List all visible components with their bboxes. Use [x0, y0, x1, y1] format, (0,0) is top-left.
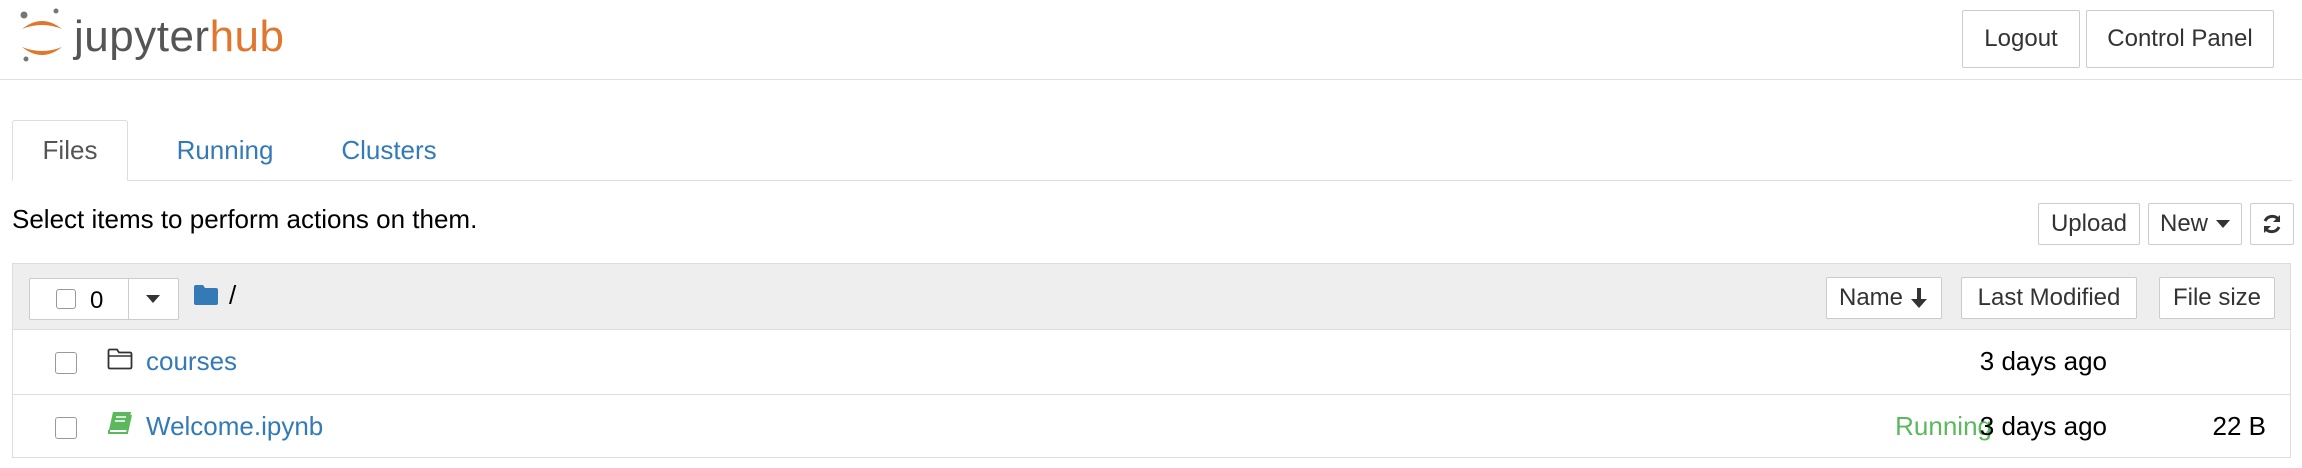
tab-bar: Files Running Clusters — [12, 120, 2292, 181]
folder-icon — [107, 348, 133, 370]
row-checkbox[interactable] — [55, 352, 77, 374]
chevron-down-icon[interactable] — [146, 295, 160, 303]
list-item[interactable]: Welcome.ipynb Running 3 days ago 22 B — [13, 394, 2290, 458]
folder-icon[interactable] — [193, 284, 219, 306]
upload-button[interactable]: Upload — [2038, 203, 2140, 245]
arrow-down-icon — [1911, 288, 1928, 308]
file-list-header: 0 / Name Last Modified File size — [13, 264, 2290, 330]
sort-name-button[interactable]: Name — [1826, 277, 1942, 319]
list-item[interactable]: courses 3 days ago — [13, 330, 2290, 394]
row-checkbox[interactable] — [55, 417, 77, 439]
app-header: jupyterhub Logout Control Panel — [0, 0, 2302, 80]
item-link[interactable]: courses — [146, 346, 237, 377]
tab-running[interactable]: Running — [150, 120, 300, 180]
divider — [128, 279, 129, 319]
selected-count: 0 — [90, 287, 104, 314]
jupyter-logo-icon — [20, 8, 62, 62]
file-list: 0 / Name Last Modified File size courses… — [12, 263, 2291, 458]
notebook-icon — [108, 412, 132, 434]
sort-file-size-button[interactable]: File size — [2159, 277, 2275, 319]
control-panel-button[interactable]: Control Panel — [2086, 10, 2274, 68]
sort-name-label: Name — [1838, 284, 1904, 311]
logout-button[interactable]: Logout — [1962, 10, 2080, 68]
select-all-checkbox[interactable] — [56, 289, 76, 309]
refresh-icon — [2263, 214, 2281, 234]
select-all-group[interactable]: 0 — [29, 278, 179, 320]
item-file-size: 22 B — [2212, 411, 2267, 441]
running-indicator: Running — [1895, 411, 1992, 441]
refresh-button[interactable] — [2250, 203, 2294, 245]
item-last-modified: 3 days ago — [1979, 411, 2107, 441]
new-dropdown-button[interactable]: New — [2148, 203, 2242, 245]
new-button-label: New — [2159, 210, 2208, 237]
chevron-down-icon — [2216, 220, 2230, 228]
tab-files[interactable]: Files — [12, 120, 128, 181]
jupyterhub-logo[interactable]: jupyterhub — [18, 6, 285, 68]
selection-hint: Select items to perform actions on them. — [12, 204, 478, 234]
logo-wordmark: jupyterhub — [74, 12, 285, 61]
tab-clusters[interactable]: Clusters — [312, 120, 466, 180]
sort-last-modified-button[interactable]: Last Modified — [1961, 277, 2137, 319]
item-last-modified: 3 days ago — [1979, 346, 2107, 376]
breadcrumb-path[interactable]: / — [229, 280, 236, 311]
item-link[interactable]: Welcome.ipynb — [146, 411, 323, 442]
